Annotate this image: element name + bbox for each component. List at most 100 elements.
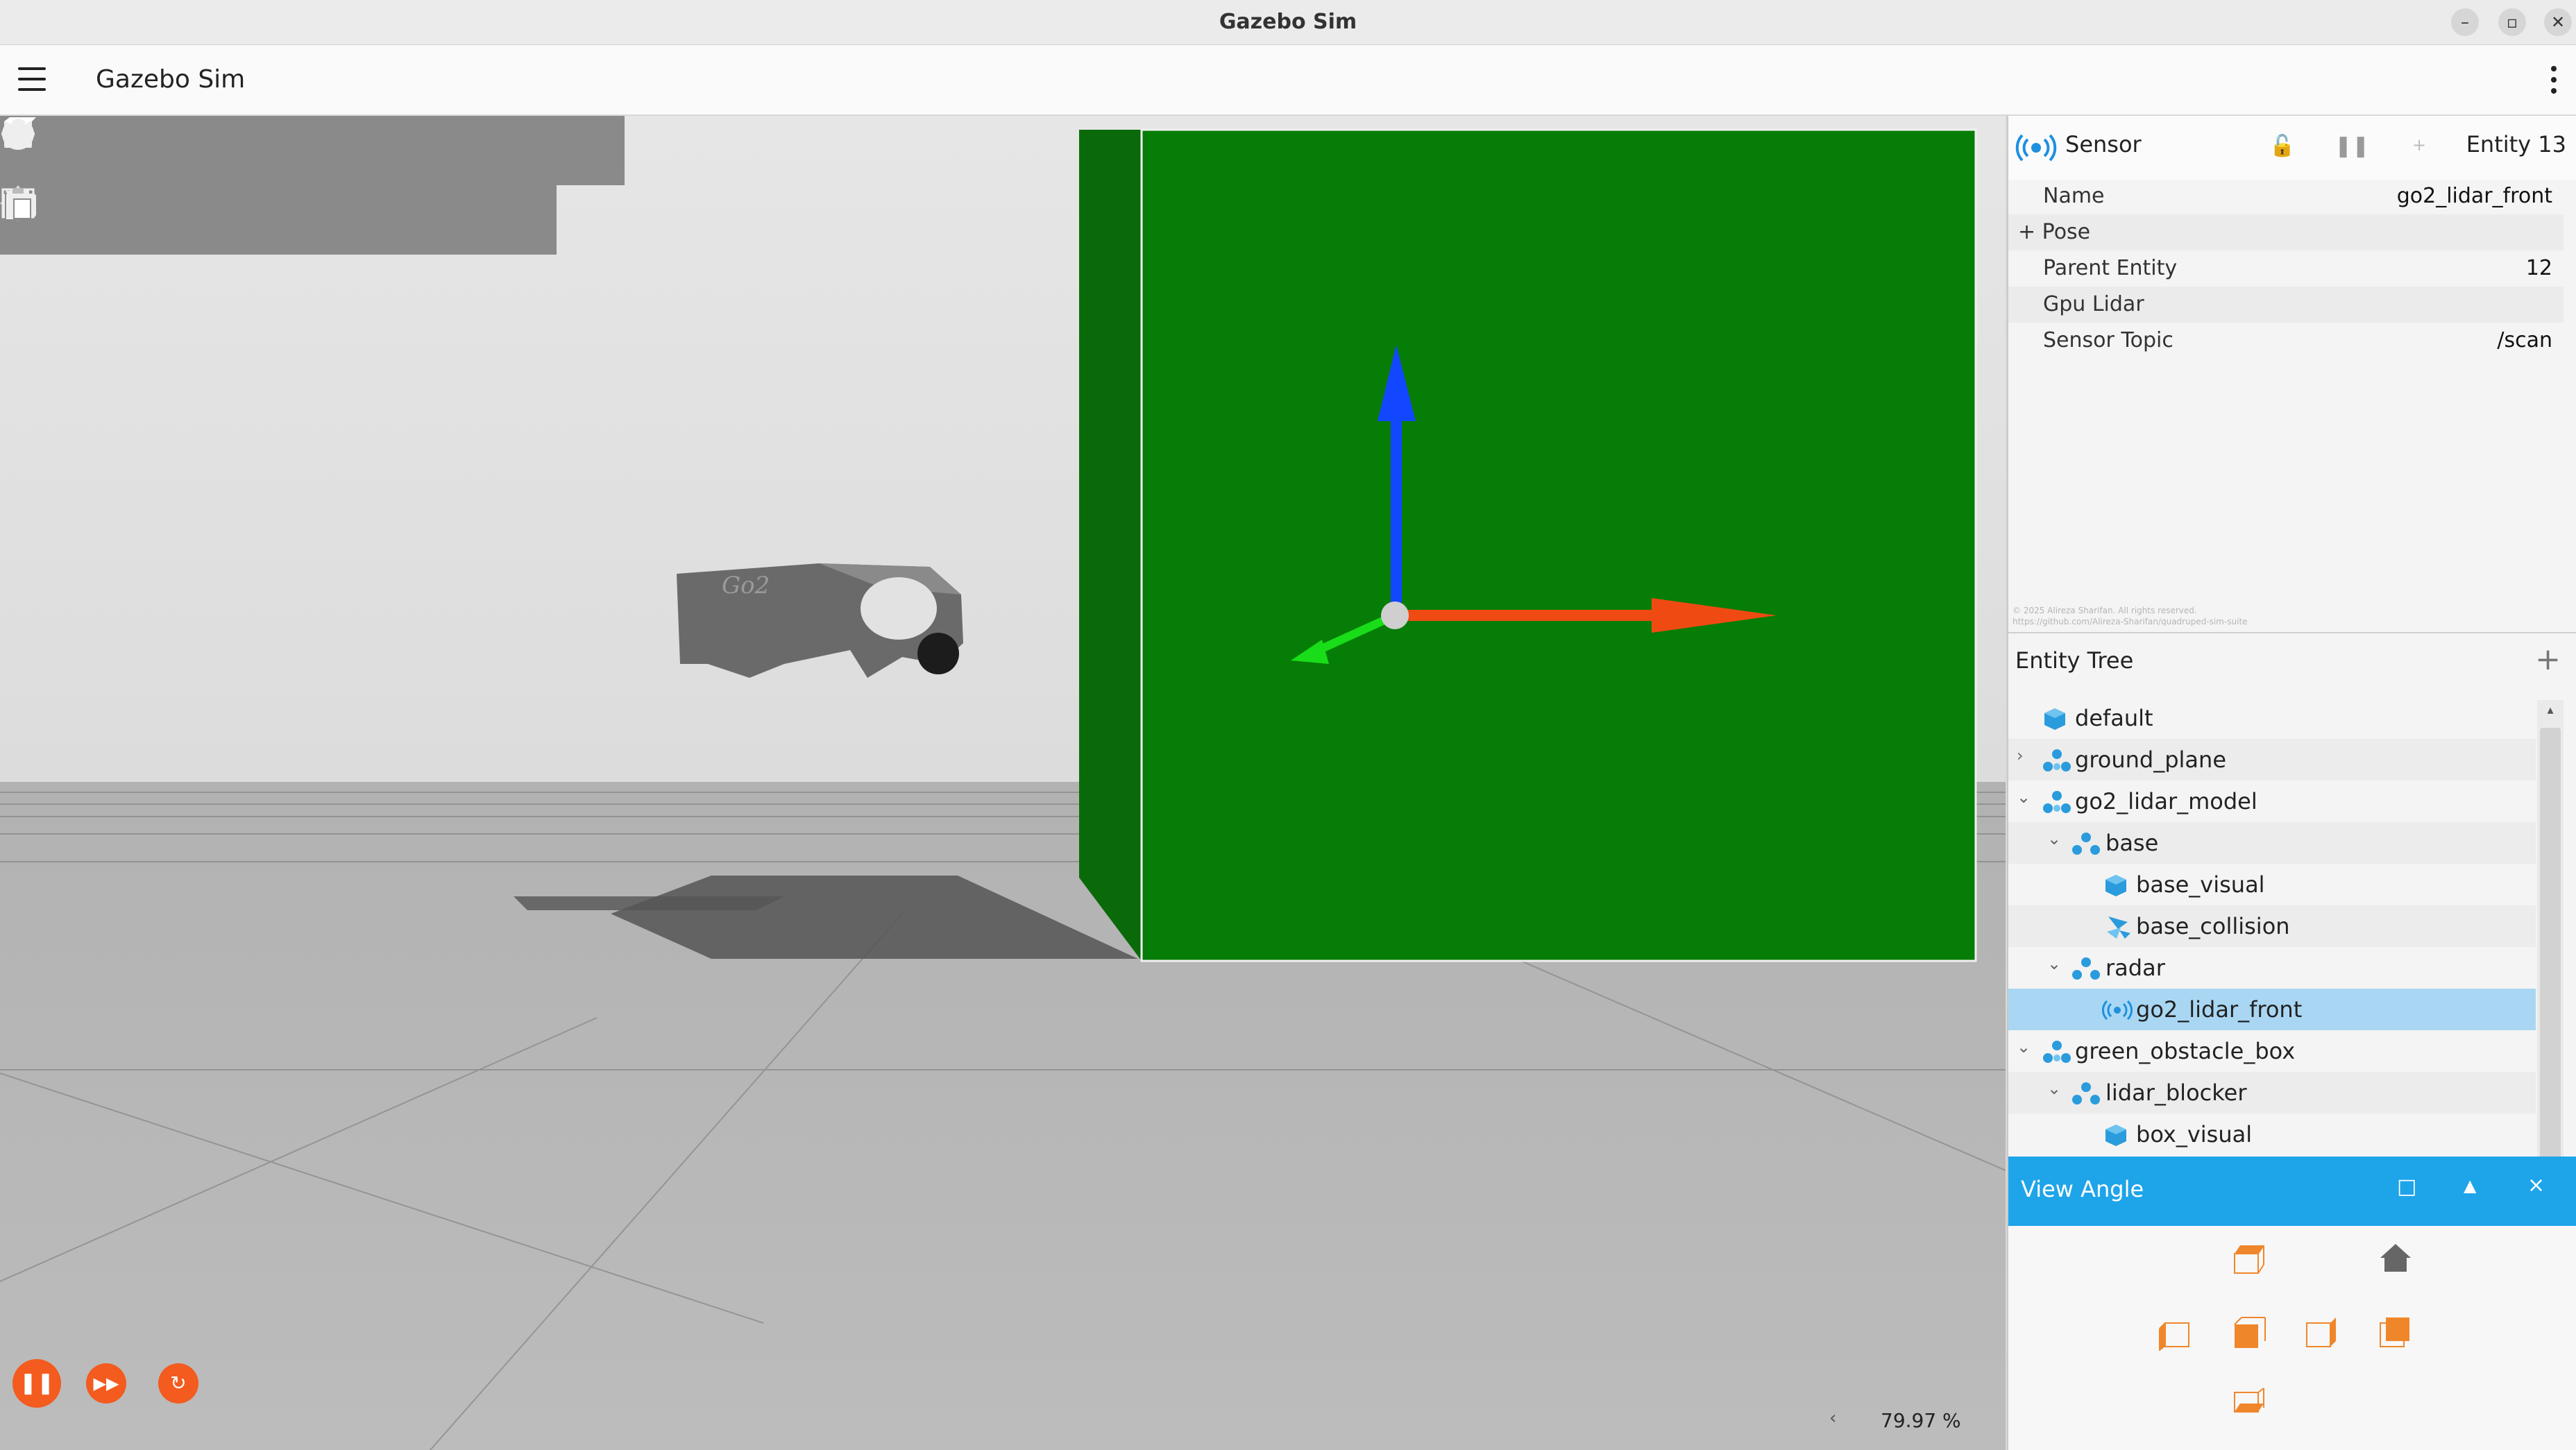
tree-item-label: go2_lidar_model: [2075, 788, 2257, 814]
chevron-down-icon[interactable]: ⌄: [2047, 955, 2061, 972]
tree-item-ground-plane[interactable]: › ground_plane: [2008, 739, 2536, 781]
scroll-up-icon[interactable]: ▴: [2540, 703, 2561, 724]
rotate-icon[interactable]: [4, 185, 211, 255]
tree-item-label: ground_plane: [2075, 747, 2226, 773]
chevron-right-icon[interactable]: ›: [2017, 747, 2031, 764]
tree-item-base-visual[interactable]: base_visual: [2008, 864, 2536, 905]
window-title: Gazebo Sim: [1219, 10, 1357, 34]
chevron-down-icon[interactable]: ⌄: [2047, 1080, 2061, 1097]
pause-button[interactable]: ❚❚: [12, 1359, 61, 1408]
tree-item-radar[interactable]: ⌄ radar: [2008, 947, 2536, 989]
copy-icon[interactable]: [5, 185, 481, 255]
step-forward-button[interactable]: ▶▶: [86, 1363, 126, 1404]
tree-item-label: go2_lidar_front: [2136, 996, 2303, 1023]
tree-item-green-obstacle-box[interactable]: ⌄ green_obstacle_box: [2008, 1030, 2536, 1072]
sensor-icon: [2102, 1000, 2133, 1021]
lock-icon[interactable]: 🔓: [2269, 134, 2295, 158]
view-angle-title: View Angle: [2021, 1176, 2144, 1202]
field-key: Parent Entity: [2043, 256, 2178, 280]
maximize-button[interactable]: ▫: [2498, 8, 2526, 36]
shapes-toolbar: [0, 116, 625, 185]
tree-item-label: base_visual: [2136, 871, 2265, 898]
add-component-icon[interactable]: +: [2412, 135, 2426, 155]
left-view-icon[interactable]: [2155, 1313, 2194, 1351]
robot-shadow: [514, 896, 784, 910]
field-sensor-topic: Sensor Topic /scan: [2008, 323, 2564, 359]
paste-icon[interactable]: [7, 185, 548, 255]
field-key: Sensor Topic: [2043, 328, 2174, 352]
model-icon: [2043, 749, 2071, 771]
sphere-icon[interactable]: [2, 116, 143, 185]
field-parent-entity: Parent Entity 12: [2008, 250, 2564, 287]
green-box-side: [1079, 130, 1142, 961]
field-gpu-lidar: Gpu Lidar: [2008, 287, 2564, 323]
collapse-panel-icon[interactable]: ▲: [2464, 1176, 2476, 1195]
spot-light-icon[interactable]: [9, 116, 616, 185]
right-view-icon[interactable]: [2303, 1313, 2341, 1351]
ellipsoid-icon[interactable]: [1, 116, 414, 185]
bottom-view-icon[interactable]: [2230, 1387, 2269, 1424]
component-type: Sensor: [2065, 131, 2142, 157]
visual-icon: [2105, 1125, 2126, 1146]
close-panel-icon[interactable]: ×: [2527, 1173, 2545, 1197]
field-key: Name: [2043, 184, 2105, 208]
tree-item-box-visual[interactable]: box_visual: [2008, 1114, 2536, 1155]
chevron-down-icon[interactable]: ⌄: [2017, 789, 2031, 805]
front-view-icon[interactable]: [2229, 1313, 2268, 1351]
tree-item-base[interactable]: ⌄ base: [2008, 822, 2536, 864]
home-view-icon[interactable]: [2376, 1240, 2415, 1277]
collapse-left-icon[interactable]: ‹: [1829, 1408, 1836, 1428]
entity-id: Entity 13: [2466, 131, 2566, 157]
top-view-icon[interactable]: [2230, 1240, 2269, 1277]
component-inspector-header: Sensor 🔓 ❚❚ + Entity 13: [2008, 116, 2576, 180]
scrollbar-thumb[interactable]: [2540, 728, 2561, 1213]
entity-tree-list: default › ground_plane ⌄ go2_lidar_model…: [2008, 697, 2576, 1155]
more-options-icon[interactable]: [2547, 66, 2561, 96]
chevron-down-icon[interactable]: ⌄: [2047, 830, 2061, 847]
tree-item-go2-lidar-front[interactable]: go2_lidar_front: [2008, 989, 2536, 1030]
chevron-down-icon[interactable]: ⌄: [2017, 1039, 2031, 1055]
window-titlebar: Gazebo Sim – ▫ ✕: [0, 0, 2576, 45]
tree-item-lidar-blocker[interactable]: ⌄ lidar_blocker: [2008, 1072, 2536, 1114]
cone-icon[interactable]: [4, 116, 211, 185]
field-value: 12: [2525, 256, 2552, 280]
minimize-button[interactable]: –: [2451, 8, 2479, 36]
reset-button[interactable]: ↻: [158, 1363, 198, 1404]
screenshot-icon[interactable]: [3, 185, 413, 255]
pause-updates-icon[interactable]: ❚❚: [2334, 134, 2369, 158]
float-panel-icon[interactable]: □: [2397, 1175, 2416, 1199]
view-angle-body: [2008, 1226, 2576, 1450]
tree-item-label: box_visual: [2136, 1121, 2253, 1148]
visual-icon: [2105, 875, 2126, 896]
back-view-icon[interactable]: [2376, 1313, 2415, 1351]
translate-icon[interactable]: [0, 185, 143, 255]
rtf-readout: 79.97 %: [1881, 1409, 1961, 1432]
tree-item-label: base: [2105, 830, 2159, 856]
field-value: go2_lidar_front: [2396, 184, 2552, 208]
tree-item-label: green_obstacle_box: [2075, 1038, 2296, 1064]
scale-icon[interactable]: [3, 185, 278, 255]
view-angle-header: View Angle □ ▲ ×: [2008, 1157, 2576, 1226]
directional-light-icon[interactable]: [3, 116, 548, 185]
add-entity-icon[interactable]: +: [2535, 642, 2561, 677]
grid-snap-icon[interactable]: [1, 185, 346, 255]
tree-item-go2-lidar-model[interactable]: ⌄ go2_lidar_model: [2008, 781, 2536, 822]
hamburger-menu-icon[interactable]: [18, 67, 46, 92]
app-header: Gazebo Sim: [0, 45, 2576, 116]
entity-tree-title: Entity Tree: [2015, 647, 2134, 674]
link-icon: [2072, 957, 2100, 980]
field-key: Gpu Lidar: [2043, 292, 2144, 316]
capsule-icon[interactable]: [11, 116, 346, 185]
app-title: Gazebo Sim: [96, 65, 246, 94]
cylinder-icon[interactable]: [7, 116, 278, 185]
sun-light-icon[interactable]: [3, 116, 481, 185]
tree-item-base-collision[interactable]: base_collision: [2008, 905, 2536, 947]
field-pose[interactable]: + Pose: [2008, 214, 2564, 250]
watermark-line-1: © 2025 Alireza Sharifan. All rights rese…: [2012, 606, 2197, 615]
collision-icon: [2107, 916, 2130, 939]
close-window-button[interactable]: ✕: [2544, 8, 2572, 36]
3d-viewport[interactable]: Go2 ‹ 79.97 % ❚❚ ▶▶ ↻: [0, 116, 2006, 1450]
tree-item-default[interactable]: default: [2008, 697, 2536, 739]
field-value: /scan: [2497, 328, 2552, 352]
green-obstacle-box: [1140, 128, 1977, 962]
